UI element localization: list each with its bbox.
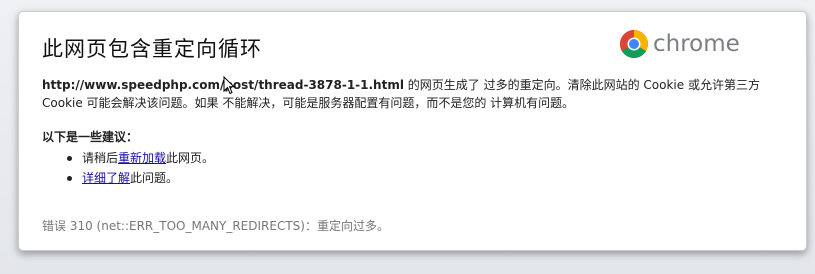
reload-link[interactable]: 重新加载 [118, 151, 166, 165]
chrome-logo-icon [620, 30, 648, 58]
learn-more-link[interactable]: 详细了解 [82, 171, 130, 185]
suggestion-suffix: 此网页。 [166, 151, 215, 165]
error-code: 错误 310 (net::ERR_TOO_MANY_REDIRECTS)：重定向… [42, 219, 389, 233]
mouse-cursor-icon [223, 75, 236, 99]
page-title: 此网页包含重定向循环 [42, 37, 262, 61]
error-description: http://www.speedphp.com/post/thread-3878… [42, 76, 782, 112]
suggestion-suffix: 此问题。 [130, 171, 179, 185]
suggestions-title: 以下是一些建议： [42, 130, 139, 144]
suggestions-list: 请稍后重新加载此网页。 详细了解此问题。 [67, 148, 214, 188]
chrome-logo-text: chrome [653, 31, 740, 57]
suggestion-item: 请稍后重新加载此网页。 [67, 148, 214, 168]
error-card: 此网页包含重定向循环 chrome http://www.speedphp.co… [18, 11, 807, 251]
chrome-logo: chrome [619, 28, 740, 60]
suggestion-prefix: 请稍后 [82, 151, 119, 165]
suggestion-item: 详细了解此问题。 [67, 168, 214, 188]
